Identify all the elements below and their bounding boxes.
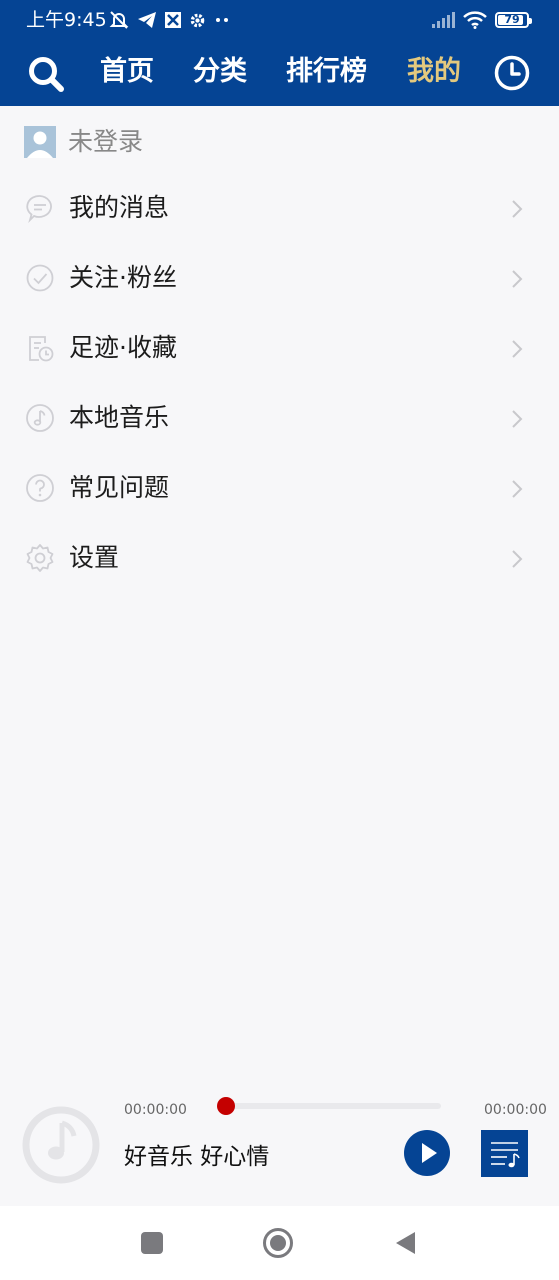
home-button-icon[interactable] <box>262 1227 294 1259</box>
signal-icon <box>432 12 455 28</box>
play-button[interactable] <box>404 1130 450 1176</box>
muted-bell-icon <box>109 11 129 29</box>
menu-item-faq[interactable]: 常见问题 <box>0 456 559 526</box>
app-header: 上午9:45 79 首页 分类 排行榜 我的 <box>0 0 559 106</box>
telegram-icon <box>138 12 156 28</box>
check-circle-icon <box>26 264 54 292</box>
menu-item-follow-fans[interactable]: 关注·粉丝 <box>0 246 559 316</box>
status-icons-right: 79 <box>431 10 532 30</box>
chevron-right-icon <box>512 200 523 218</box>
user-name: 未登录 <box>68 127 144 156</box>
menu-item-settings[interactable]: 设置 <box>0 526 559 596</box>
back-button-icon[interactable] <box>393 1230 419 1256</box>
gear-icon <box>190 13 205 27</box>
menu-item-history-favorites[interactable]: 足迹·收藏 <box>0 316 559 386</box>
tab-home[interactable]: 首页 <box>100 54 154 90</box>
user-login-row[interactable]: 未登录 <box>24 124 143 160</box>
search-icon[interactable] <box>26 54 66 94</box>
menu-item-messages[interactable]: 我的消息 <box>0 176 559 246</box>
mini-player: 00:00:00 00:00:00 好音乐 好心情 <box>0 1090 559 1206</box>
status-bar: 上午9:45 79 <box>0 0 559 40</box>
status-icons-left <box>108 10 231 30</box>
menu-label-faq: 常见问题 <box>69 473 170 502</box>
playlist-button[interactable] <box>481 1130 528 1177</box>
top-nav: 首页 分类 排行榜 我的 <box>0 40 559 106</box>
progress-slider[interactable] <box>217 1097 441 1115</box>
menu-label-local-music: 本地音乐 <box>69 403 170 432</box>
tab-ranking[interactable]: 排行榜 <box>286 54 367 90</box>
message-icon <box>26 195 52 223</box>
avatar-person-icon <box>24 126 56 158</box>
current-time: 00:00:00 <box>124 1102 187 1118</box>
progress-thumb[interactable] <box>217 1097 235 1115</box>
chevron-right-icon <box>512 270 523 288</box>
menu-label-messages: 我的消息 <box>69 193 170 222</box>
total-time: 00:00:00 <box>484 1102 547 1118</box>
menu-label-settings: 设置 <box>69 543 120 572</box>
question-icon <box>26 474 54 502</box>
album-disc-icon[interactable] <box>22 1106 100 1184</box>
battery-icon: 79 <box>495 12 532 28</box>
chevron-right-icon <box>512 410 523 428</box>
recents-button-icon[interactable] <box>139 1230 165 1256</box>
menu-label-follow-fans: 关注·粉丝 <box>69 263 177 292</box>
history-document-icon <box>29 336 54 362</box>
wifi-icon <box>463 11 487 29</box>
chevron-right-icon <box>512 480 523 498</box>
battery-level: 79 <box>504 13 520 26</box>
app-icon <box>165 12 181 28</box>
music-note-icon <box>26 404 54 432</box>
tab-mine[interactable]: 我的 <box>407 54 461 90</box>
playlist-icon <box>491 1142 520 1168</box>
status-time: 上午9:45 <box>26 9 107 31</box>
chevron-right-icon <box>512 550 523 568</box>
chevron-right-icon <box>512 340 523 358</box>
more-dots-icon <box>216 18 228 22</box>
menu-item-local-music[interactable]: 本地音乐 <box>0 386 559 456</box>
tab-category[interactable]: 分类 <box>193 54 247 90</box>
menu-label-history-favorites: 足迹·收藏 <box>69 333 177 362</box>
clock-icon[interactable] <box>493 54 531 92</box>
avatar <box>24 126 56 158</box>
song-title: 好音乐 好心情 <box>124 1144 270 1170</box>
system-nav-bar <box>0 1206 559 1280</box>
settings-icon <box>26 544 54 572</box>
